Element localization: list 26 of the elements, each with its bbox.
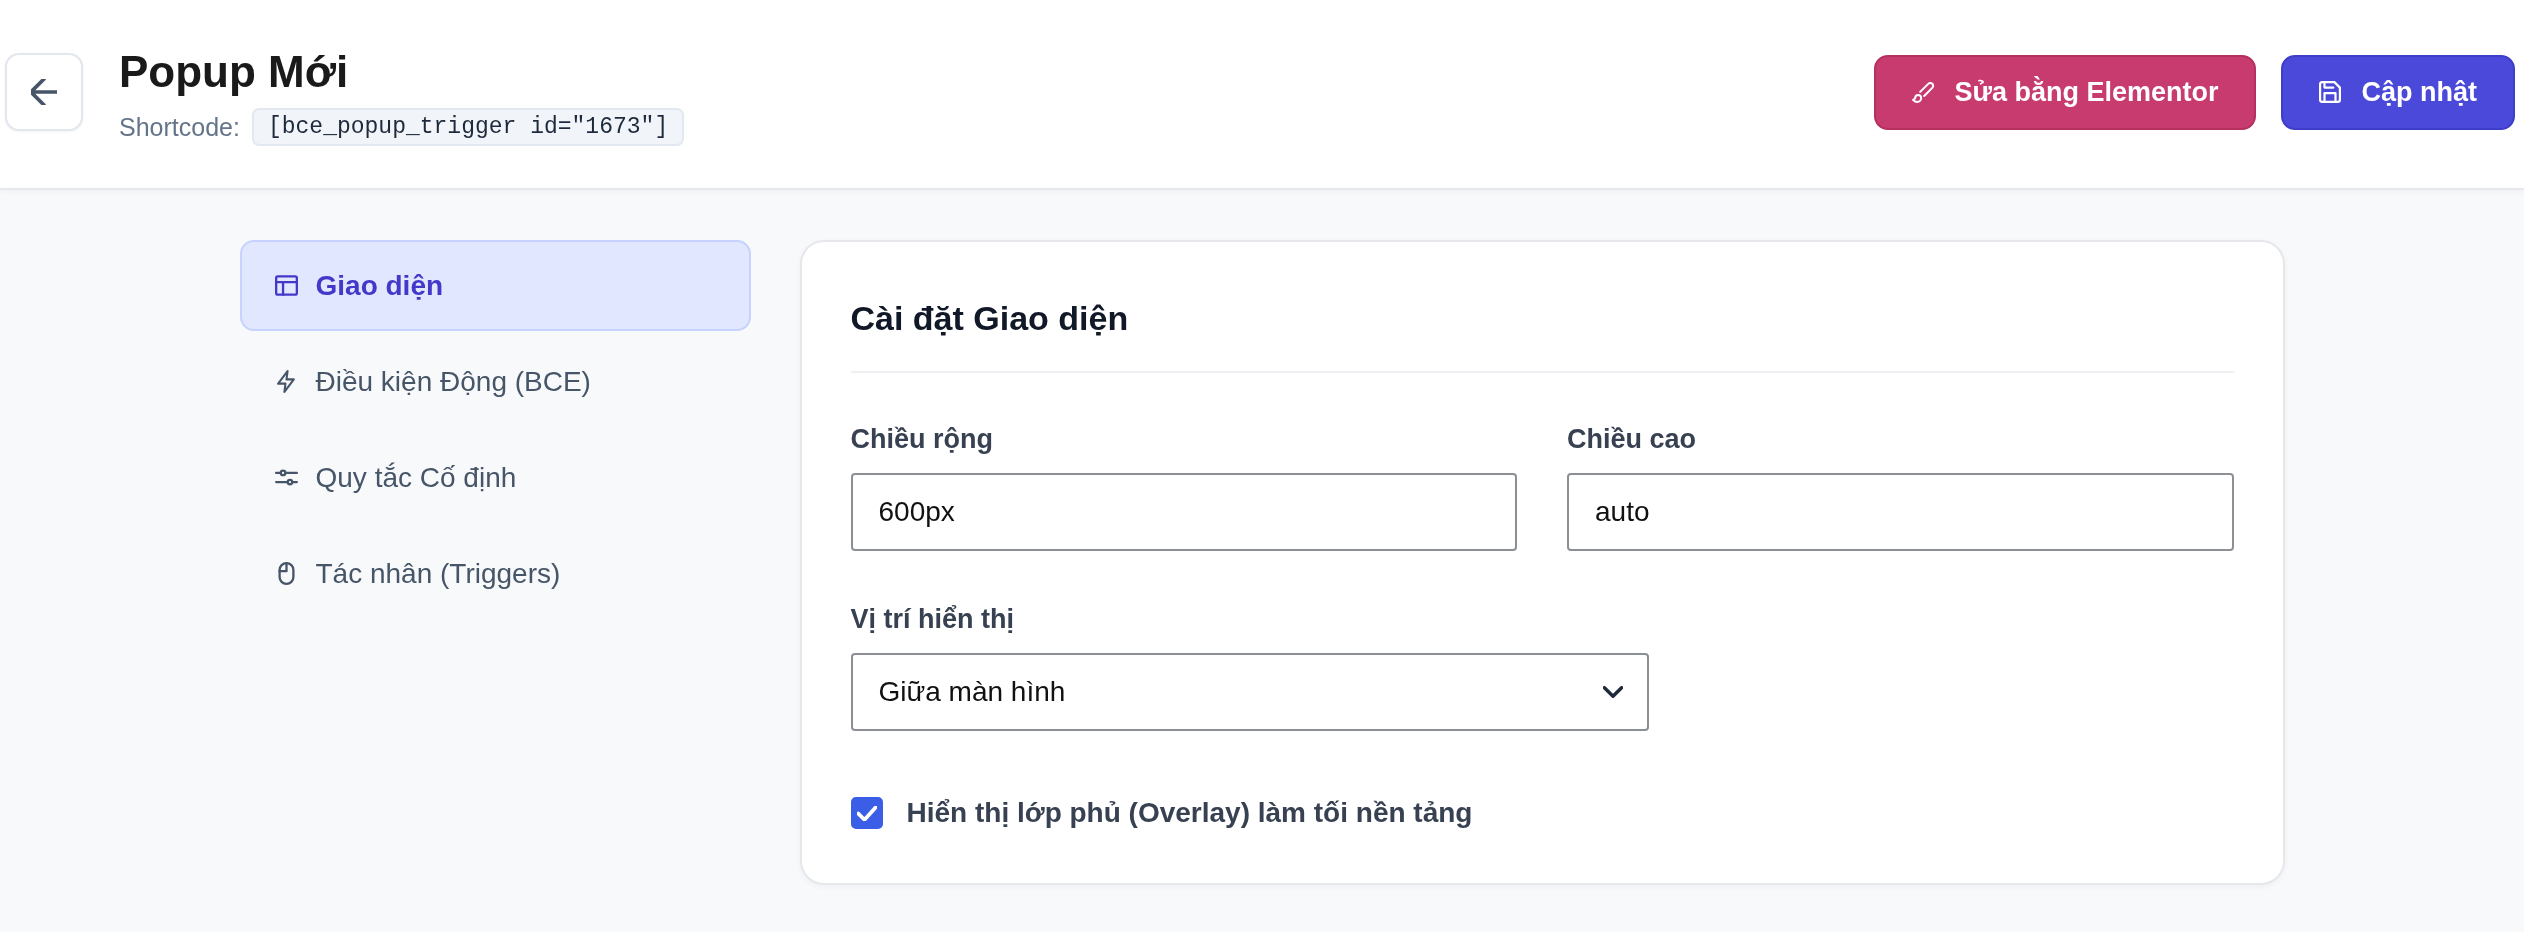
input-field[interactable]: auto <box>1567 473 2234 551</box>
lightning-icon <box>274 370 298 393</box>
sidebar-tab[interactable]: Điều kiện Động (BCE) <box>239 336 751 427</box>
card-title: Cài đặt Giao diện <box>850 298 1130 339</box>
field-label: Chiều rộng <box>850 423 993 456</box>
layout-icon <box>274 274 298 297</box>
sidebar-tab[interactable]: Tác nhân (Triggers) <box>239 528 751 619</box>
sidebar-tab[interactable]: Quy tắc Cố định <box>239 432 751 523</box>
select-field[interactable]: Giữa màn hình <box>850 653 1649 731</box>
checkbox-label: Hiển thị lớp phủ (Overlay) làm tối nền tảng <box>906 797 1473 829</box>
checkmark-icon <box>856 805 877 821</box>
brush-icon <box>1912 81 1935 103</box>
arrow-left-icon <box>31 79 57 105</box>
input-field[interactable]: 600px <box>850 473 1517 551</box>
field-label: Chiều cao <box>1567 423 1697 456</box>
shortcode-label: Shortcode: <box>119 112 240 142</box>
field-label: Vị trí hiển thị <box>850 603 1014 636</box>
checkbox[interactable] <box>850 797 883 829</box>
save-icon <box>2319 81 2342 103</box>
back-button[interactable] <box>5 53 83 131</box>
page-title: Popup Mới <box>119 46 349 98</box>
shortcode-code: [bce_popup_trigger id="1673"] <box>251 108 685 146</box>
update-button[interactable]: Cập nhật <box>2281 54 2515 130</box>
chevron-down-icon <box>1602 686 1623 698</box>
sidebar-tab[interactable]: Giao diện <box>239 240 751 331</box>
edit-elementor-button[interactable]: Sửa bằng Elementor <box>1874 54 2257 130</box>
